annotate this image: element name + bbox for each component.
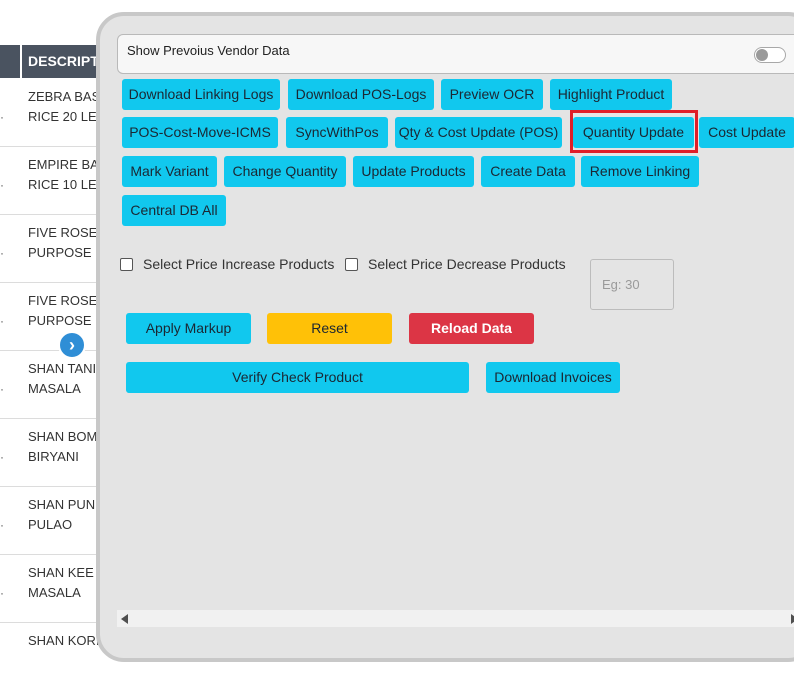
row-description-line1: FIVE ROSE xyxy=(28,225,98,240)
download-invoices-button[interactable]: Download Invoices xyxy=(486,362,620,393)
mark-variant-button[interactable]: Mark Variant xyxy=(122,156,217,187)
header-divider xyxy=(20,45,22,78)
pos-cost-move-icms-button[interactable]: POS-Cost-Move-ICMS xyxy=(122,117,278,148)
row-marker: · xyxy=(0,518,4,532)
sync-with-pos-button[interactable]: SyncWithPos xyxy=(286,117,388,148)
reload-data-button[interactable]: Reload Data xyxy=(409,313,534,344)
row-marker: · xyxy=(0,110,4,124)
row-marker: · xyxy=(0,450,4,464)
row-marker: · xyxy=(0,382,4,396)
scroll-left-icon[interactable] xyxy=(121,614,128,624)
row-description-line2: BIRYANI xyxy=(28,449,79,464)
row-description-line2: MASALA xyxy=(28,381,81,396)
apply-markup-button[interactable]: Apply Markup xyxy=(126,313,251,344)
quantity-update-button[interactable]: Quantity Update xyxy=(573,117,694,148)
cost-update-button[interactable]: Cost Update xyxy=(699,117,794,148)
row-description-line2: MASALA xyxy=(28,585,81,600)
row-description-line1: FIVE ROSE xyxy=(28,293,98,308)
row-marker: · xyxy=(0,246,4,260)
row-description-line1: SHAN TANI xyxy=(28,361,97,376)
qty-cost-update-pos-button[interactable]: Qty & Cost Update (POS) xyxy=(395,117,562,148)
central-db-all-button[interactable]: Central DB All xyxy=(122,195,226,226)
create-data-button[interactable]: Create Data xyxy=(481,156,575,187)
row-description-line2: PURPOSE xyxy=(28,313,92,328)
description-column-header[interactable]: DESCRIPT xyxy=(28,53,99,69)
row-description-line2: PULAO xyxy=(28,517,73,532)
row-description-line1: ZEBRA BAS xyxy=(28,89,101,104)
row-description-line2: PURPOSE xyxy=(28,245,92,260)
price-increase-label: Select Price Increase Products xyxy=(143,256,335,272)
row-description-line2: RICE 10 LE xyxy=(28,177,97,192)
chevron-right-icon[interactable]: › xyxy=(58,331,86,359)
reset-button[interactable]: Reset xyxy=(267,313,392,344)
remove-linking-button[interactable]: Remove Linking xyxy=(581,156,699,187)
change-quantity-button[interactable]: Change Quantity xyxy=(224,156,346,187)
price-decrease-checkbox[interactable] xyxy=(345,258,358,271)
action-panel: Show Prevoius Vendor Data Download Linki… xyxy=(96,12,794,662)
price-increase-checkbox[interactable] xyxy=(120,258,133,271)
row-marker: · xyxy=(0,586,4,600)
row-marker: · xyxy=(0,178,4,192)
preview-ocr-button[interactable]: Preview OCR xyxy=(441,79,543,110)
row-description-line1: EMPIRE BA xyxy=(28,157,99,172)
previous-vendor-data-label: Show Prevoius Vendor Data xyxy=(127,43,290,58)
previous-vendor-data-toggle[interactable] xyxy=(754,47,786,63)
row-description-line1: SHAN BOM xyxy=(28,429,98,444)
download-linking-logs-button[interactable]: Download Linking Logs xyxy=(122,79,280,110)
row-description-line1: SHAN PUN xyxy=(28,497,96,512)
row-marker: · xyxy=(0,314,4,328)
row-description-line1: SHAN KEE xyxy=(28,565,94,580)
price-decrease-label: Select Price Decrease Products xyxy=(368,256,566,272)
highlight-product-button[interactable]: Highlight Product xyxy=(550,79,672,110)
verify-check-product-button[interactable]: Verify Check Product xyxy=(126,362,469,393)
previous-vendor-data-row: Show Prevoius Vendor Data xyxy=(117,34,794,74)
toggle-knob xyxy=(756,49,768,61)
download-pos-logs-button[interactable]: Download POS-Logs xyxy=(288,79,434,110)
markup-input[interactable] xyxy=(590,259,674,310)
update-products-button[interactable]: Update Products xyxy=(353,156,474,187)
row-description-line2: RICE 20 LE xyxy=(28,109,97,124)
horizontal-scrollbar[interactable] xyxy=(117,610,794,627)
